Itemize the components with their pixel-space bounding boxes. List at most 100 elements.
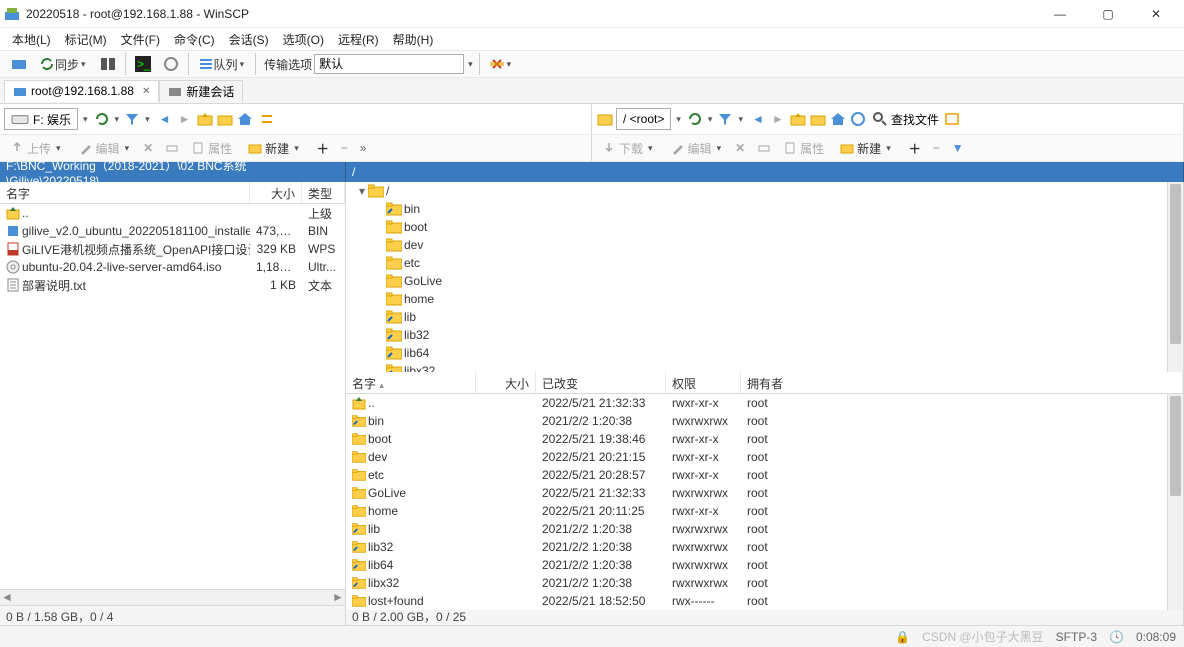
list-item[interactable]: lost+found2022/5/21 18:52:50rwx------roo… bbox=[346, 592, 1167, 610]
queue-button[interactable]: 队列 ▾ bbox=[193, 53, 252, 75]
local-up-icon[interactable] bbox=[196, 110, 214, 128]
remote-back-icon[interactable]: ◄ bbox=[749, 110, 767, 128]
browse-toggle-icon[interactable] bbox=[95, 53, 121, 75]
props-local-button[interactable]: 属性 bbox=[187, 138, 236, 159]
col-size-local[interactable]: 大小 bbox=[250, 182, 302, 203]
tree-item[interactable]: ▾/ bbox=[346, 182, 1167, 200]
col-name-local[interactable]: 名字 bbox=[0, 182, 250, 203]
list-item[interactable]: lib642021/2/2 1:20:38rwxrwxrwxroot bbox=[346, 556, 1167, 574]
col-changed-remote[interactable]: 已改变 bbox=[536, 372, 666, 393]
console-icon[interactable]: >_ bbox=[130, 53, 156, 75]
tree-twisty-icon[interactable] bbox=[374, 292, 386, 306]
menu-item-5[interactable]: 选项(O) bbox=[277, 29, 330, 50]
col-type-local[interactable]: 类型 bbox=[302, 182, 345, 203]
col-size-remote[interactable]: 大小 bbox=[476, 372, 536, 393]
col-name-remote[interactable]: 名字 ▴ bbox=[346, 372, 476, 393]
local-filter-icon[interactable] bbox=[123, 110, 141, 128]
tree-scrollbar[interactable] bbox=[1167, 182, 1183, 398]
local-back-icon[interactable]: ◄ bbox=[156, 110, 174, 128]
tree-twisty-icon[interactable] bbox=[374, 238, 386, 252]
sync-button[interactable]: 同步 ▾ bbox=[34, 53, 93, 75]
tree-twisty-icon[interactable]: ▾ bbox=[356, 184, 368, 198]
list-item[interactable]: lib2021/2/2 1:20:38rwxrwxrwxroot bbox=[346, 520, 1167, 538]
tree-item[interactable]: boot bbox=[346, 218, 1167, 236]
list-item[interactable]: GiLIVE港机视频点播系统_OpenAPI接口设计说...329 KBWPS bbox=[0, 240, 345, 258]
tree-item[interactable]: lib32 bbox=[346, 326, 1167, 344]
menu-item-0[interactable]: 本地(L) bbox=[6, 29, 57, 50]
menu-item-4[interactable]: 会话(S) bbox=[223, 29, 275, 50]
list-item[interactable]: dev2022/5/21 20:21:15rwxr-xr-xroot bbox=[346, 448, 1167, 466]
session-icon[interactable] bbox=[6, 53, 32, 75]
menu-item-3[interactable]: 命令(C) bbox=[168, 29, 221, 50]
list-item[interactable]: boot2022/5/21 19:38:46rwxr-xr-xroot bbox=[346, 430, 1167, 448]
add-local-icon[interactable]: ＋ bbox=[313, 138, 333, 159]
local-home-icon[interactable] bbox=[236, 110, 254, 128]
props-remote-button[interactable]: 属性 bbox=[779, 138, 828, 159]
local-root-icon[interactable] bbox=[216, 110, 234, 128]
find-icon[interactable] bbox=[871, 110, 889, 128]
files-scrollbar[interactable] bbox=[1167, 394, 1183, 610]
minimize-button[interactable]: — bbox=[1044, 2, 1076, 26]
tree-twisty-icon[interactable] bbox=[374, 202, 386, 216]
tree-twisty-icon[interactable] bbox=[374, 328, 386, 342]
download-button[interactable]: 下载▾ bbox=[598, 138, 659, 159]
remote-breadcrumb[interactable]: / bbox=[346, 162, 1184, 182]
list-item[interactable]: ..2022/5/21 21:32:33rwxr-xr-xroot bbox=[346, 394, 1167, 412]
menu-item-1[interactable]: 标记(M) bbox=[59, 29, 113, 50]
edit-remote-button[interactable]: 编辑▾ bbox=[667, 138, 728, 159]
tree-item[interactable]: etc bbox=[346, 254, 1167, 272]
rename-local-icon[interactable] bbox=[161, 139, 183, 157]
tree-item[interactable]: bin bbox=[346, 200, 1167, 218]
new-session-tab[interactable]: 新建会话 bbox=[159, 80, 243, 102]
minus-remote-icon[interactable]: − bbox=[929, 139, 944, 157]
rename-remote-icon[interactable] bbox=[753, 139, 775, 157]
more-local-icon[interactable]: » bbox=[356, 139, 371, 157]
tab-close-icon[interactable]: ✕ bbox=[138, 86, 150, 97]
local-breadcrumb[interactable]: F:\BNC_Working（2018-2021）\02 BNC系统\Giliv… bbox=[0, 162, 346, 182]
remote-home-icon[interactable] bbox=[829, 110, 847, 128]
remote-root-icon[interactable] bbox=[809, 110, 827, 128]
maximize-button[interactable]: ▢ bbox=[1092, 2, 1124, 26]
remote-filter-icon[interactable] bbox=[716, 110, 734, 128]
tree-twisty-icon[interactable] bbox=[374, 220, 386, 234]
local-fwd-icon[interactable]: ► bbox=[176, 110, 194, 128]
tree-twisty-icon[interactable] bbox=[374, 346, 386, 360]
remote-folder-icon[interactable] bbox=[596, 110, 614, 128]
drive-dropdown-icon[interactable]: ▾ bbox=[80, 113, 91, 126]
delete-local-icon[interactable]: ✕ bbox=[139, 139, 157, 157]
new-local-button[interactable]: 新建▾ bbox=[244, 138, 305, 159]
edit-local-button[interactable]: 编辑▾ bbox=[75, 138, 136, 159]
disconnect-icon[interactable]: ▾ bbox=[484, 53, 519, 75]
local-drive-combo[interactable]: F: 娱乐 bbox=[4, 108, 78, 130]
list-item[interactable]: gilive_v2.0_ubuntu_202205181100_installe… bbox=[0, 222, 345, 240]
hscroll-left-icon[interactable]: ◄ bbox=[0, 590, 14, 605]
find-files-label[interactable]: 查找文件 bbox=[891, 111, 939, 128]
remote-up-icon[interactable] bbox=[789, 110, 807, 128]
list-item[interactable]: ubuntu-20.04.2-live-server-amd64.iso1,18… bbox=[0, 258, 345, 276]
lock-icon[interactable]: 🔒 bbox=[895, 630, 910, 644]
tree-twisty-icon[interactable] bbox=[374, 274, 386, 288]
col-perms-remote[interactable]: 权限 bbox=[666, 372, 741, 393]
session-tab-active[interactable]: root@192.168.1.88 ✕ bbox=[4, 80, 159, 102]
tree-item[interactable]: lib bbox=[346, 308, 1167, 326]
list-item[interactable]: home2022/5/21 20:11:25rwxr-xr-xroot bbox=[346, 502, 1167, 520]
tree-item[interactable]: GoLive bbox=[346, 272, 1167, 290]
sync-browse-icon[interactable] bbox=[158, 53, 184, 75]
hscroll-right-icon[interactable]: ► bbox=[331, 590, 345, 605]
remote-tree[interactable]: ▾/ bin boot dev etc GoLive home lib lib3… bbox=[346, 182, 1167, 398]
more-remote-icon[interactable]: ▼ bbox=[948, 139, 968, 157]
list-item[interactable]: lib322021/2/2 1:20:38rwxrwxrwxroot bbox=[346, 538, 1167, 556]
remote-refresh-icon[interactable] bbox=[686, 110, 704, 128]
transfer-options-combo[interactable]: 默认 bbox=[314, 54, 464, 74]
local-refresh-icon[interactable] bbox=[93, 110, 111, 128]
tree-item[interactable]: lib64 bbox=[346, 344, 1167, 362]
remote-file-list[interactable]: ..2022/5/21 21:32:33rwxr-xr-xrootbin2021… bbox=[346, 394, 1167, 610]
remote-fwd-icon[interactable]: ► bbox=[769, 110, 787, 128]
menu-item-2[interactable]: 文件(F) bbox=[115, 29, 166, 50]
local-sync-dirs-icon[interactable] bbox=[258, 110, 276, 128]
remote-sync-dirs-icon[interactable] bbox=[943, 110, 961, 128]
local-file-list[interactable]: ..上级gilive_v2.0_ubuntu_202205181100_inst… bbox=[0, 204, 345, 589]
minus-local-icon[interactable]: − bbox=[337, 139, 352, 157]
delete-remote-icon[interactable]: ✕ bbox=[731, 139, 749, 157]
list-item[interactable]: bin2021/2/2 1:20:38rwxrwxrwxroot bbox=[346, 412, 1167, 430]
